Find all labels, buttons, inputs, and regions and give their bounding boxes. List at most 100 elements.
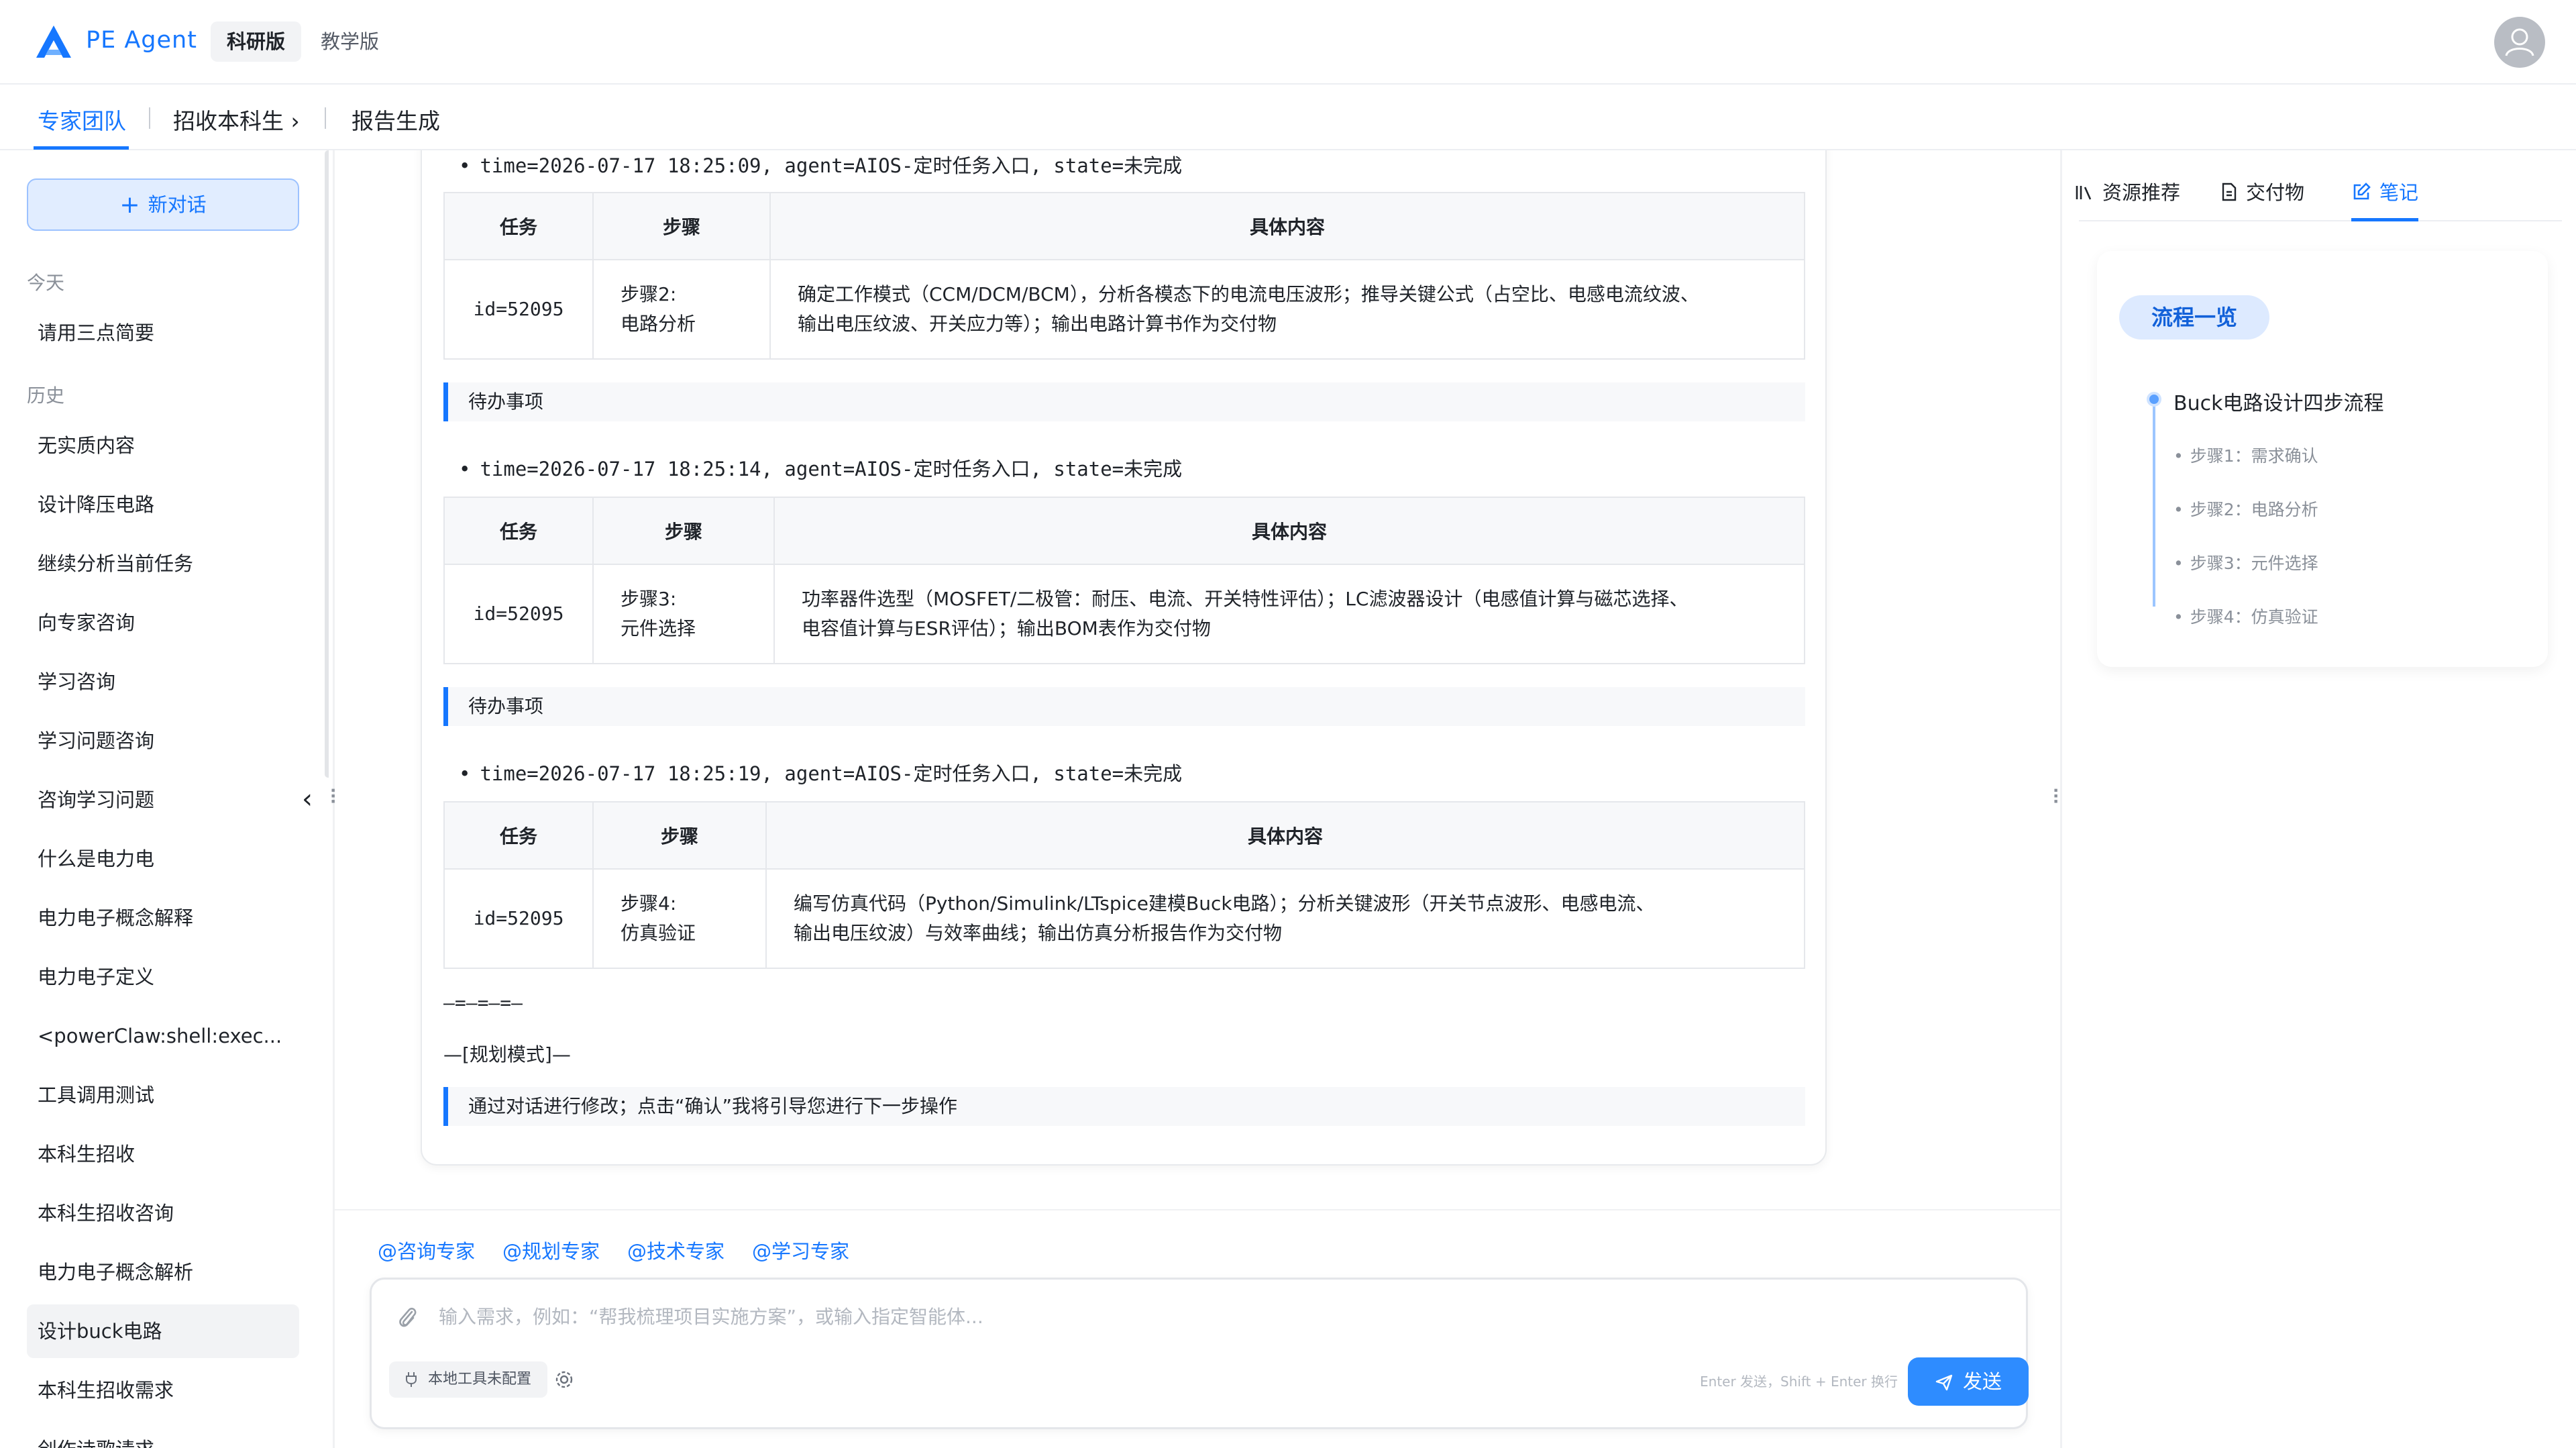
table-header-step: 步骤 [592,497,775,565]
sidebar-history-item[interactable]: 无实质内容 [27,419,299,472]
step-number: 步骤3: [621,588,677,610]
tab-resource-recommend[interactable]: 资源推荐 [2074,177,2180,205]
sidebar-history-item-selected[interactable]: 设计buck电路 [27,1304,299,1358]
task-log-entry: time=2026-07-17 18:25:14, agent=AIOS-定时任… [459,454,1182,482]
local-tool-chip[interactable]: 本地工具未配置 [389,1361,548,1398]
breadcrumb-expert-team[interactable]: 专家团队 [38,103,126,136]
timeline-line [2153,405,2155,607]
gear-icon[interactable] [553,1368,576,1391]
sidebar-history-item[interactable]: 咨询学习问题 [27,773,299,827]
timeline-dot [2147,392,2161,407]
library-icon [2076,186,2092,200]
message-composer: 本地工具未配置 Enter 发送，Shift + Enter 换行 发送 [370,1278,2029,1429]
mode-label: —[规划模式]— [443,1043,571,1066]
content-cell: 功率器件选型（MOSFET/二极管：耐压、电流、开关特性评估）；LC滤波器设计（… [773,564,1805,664]
tab-deliverables[interactable]: 交付物 [2220,177,2304,205]
sidebar-history-item[interactable]: 向专家咨询 [27,596,299,650]
todo-callout: 待办事项 [443,687,1805,726]
breadcrumb: 专家团队 招收本科生 › 报告生成 [0,85,2576,150]
tab-label: 资源推荐 [2102,181,2181,204]
sidebar-scrollbar[interactable] [325,150,329,778]
user-icon [2505,28,2534,56]
mention-learning-expert[interactable]: @学习专家 [752,1236,849,1264]
tab-notes[interactable]: 笔记 [2351,177,2418,205]
new-chat-label: 新对话 [148,193,207,216]
history-section-label: 历史 [27,384,65,407]
active-tab-underline [2351,218,2418,221]
sidebar-history-item[interactable]: 本科生招收咨询 [27,1186,299,1240]
sidebar-history-item[interactable]: 本科生招收需求 [27,1363,299,1417]
table-header-content: 具体内容 [773,497,1805,565]
app-name: PE Agent [86,27,197,54]
table-row: id=52095 步骤2: 电路分析 确定工作模式（CCM/DCM/BCM），分析… [443,259,1805,360]
sidebar-history-item[interactable]: 工具调用测试 [27,1068,299,1122]
breadcrumb-active-underline [34,146,129,150]
right-panel: 资源推荐 交付物 笔记 流程一览 Buck电路设计四步流程 步骤1：需求确认 步… [2060,150,2576,1448]
sidebar-history-item[interactable]: 继续分析当前任务 [27,537,299,590]
step-cell: 步骤2: 电路分析 [592,259,771,360]
task-id-cell: id=52095 [443,564,594,664]
collapse-sidebar-chevron-left-icon[interactable]: ‹ [302,784,313,815]
breadcrumb-divider [325,107,326,129]
send-button[interactable]: 发送 [1908,1357,2029,1406]
sidebar-history-item[interactable]: 电力电子概念解析 [27,1245,299,1299]
mention-consult-expert[interactable]: @咨询专家 [378,1236,475,1264]
chat-area: time=2026-07-17 18:25:09, agent=AIOS-定时任… [335,150,2060,1448]
breadcrumb-report-generation[interactable]: 报告生成 [352,103,440,136]
task-id-cell: id=52095 [443,868,594,969]
tab-divider [2079,220,2562,221]
sidebar-history-item[interactable]: 学习问题咨询 [27,714,299,768]
sidebar-history-item[interactable]: 创作诗歌请求 [27,1423,299,1448]
sidebar-history-item[interactable]: 学习咨询 [27,655,299,709]
task-table: 任务 步骤 具体内容 id=52095 步骤2: 电路分析 确定工作模式（CCM/… [443,192,1805,360]
sidebar-history-item[interactable]: 电力电子概念解释 [27,891,299,945]
task-log-entry: time=2026-07-17 18:25:19, agent=AIOS-定时任… [459,758,1182,786]
flow-step: 步骤3：元件选择 [2174,550,2318,574]
sidebar-history-item[interactable]: 电力电子定义 [27,950,299,1004]
pe-agent-logo-icon [36,25,71,58]
table-header-task: 任务 [443,801,594,870]
avatar[interactable] [2494,17,2545,68]
table-header-task: 任务 [443,497,594,565]
content-line: 功率器件选型（MOSFET/二极管：耐压、电流、开关特性评估）；LC滤波器设计（… [802,588,1688,610]
step-number: 步骤4: [621,892,677,915]
today-section-label: 今天 [27,272,65,294]
table-header-content: 具体内容 [765,801,1805,870]
table-header-step: 步骤 [592,192,771,260]
content-line: 编写仿真代码（Python/Simulink/LTspice建模Buck电路）；… [794,892,1655,915]
new-chat-button[interactable]: + 新对话 [27,178,299,231]
task-table: 任务 步骤 具体内容 id=52095 步骤3: 元件选择 功率器件选型（MOSF… [443,497,1805,664]
flow-step: 步骤2：电路分析 [2174,497,2318,521]
sidebar-history-item[interactable]: 设计降压电路 [27,478,299,531]
composer-divider [335,1209,2060,1210]
document-icon [2222,183,2237,201]
tab-teaching-edition[interactable]: 教学版 [305,21,395,62]
message-input[interactable] [439,1300,1995,1333]
mention-tech-expert[interactable]: @技术专家 [627,1236,724,1264]
sidebar-item-today[interactable]: 请用三点简要 [27,306,299,360]
send-label: 发送 [1962,1370,2002,1393]
step-name: 仿真验证 [621,922,696,944]
sidebar: + 新对话 今天 请用三点简要 历史 无实质内容 设计降压电路 继续分析当前任务 … [0,150,329,1448]
mention-planning-expert[interactable]: @规划专家 [502,1236,600,1264]
sidebar-history-item[interactable]: 本科生招收 [27,1127,299,1181]
flow-overview-pill: 流程一览 [2119,295,2269,340]
keyboard-hint: Enter 发送，Shift + Enter 换行 [1700,1374,1898,1390]
breadcrumb-recruit-undergrad[interactable]: 招收本科生 › [173,103,300,136]
plug-icon [406,1372,417,1387]
instruction-callout: 通过对话进行修改；点击“确认”我将引导您进行下一步操作 [443,1087,1805,1126]
task-id-cell: id=52095 [443,259,594,360]
note-edit-icon [2353,183,2371,200]
table-row: id=52095 步骤3: 元件选择 功率器件选型（MOSFET/二极管：耐压、电… [443,564,1805,664]
content-line: 电容值计算与ESR评估）；输出BOM表作为交付物 [802,617,1211,639]
flow-step: 步骤1：需求确认 [2174,443,2318,467]
tab-label: 交付物 [2246,181,2305,204]
sidebar-history-item[interactable]: <powerClaw:shell:exec... [27,1009,299,1063]
send-icon [1935,1374,1953,1391]
sidebar-history-item[interactable]: 什么是电力电 [27,832,299,886]
paperclip-icon[interactable] [396,1304,419,1331]
step-cell: 步骤3: 元件选择 [592,564,775,664]
step-name: 元件选择 [621,617,696,639]
content-line: 输出电压纹波、开关应力等）；输出电路计算书作为交付物 [798,313,1277,335]
tab-research-edition[interactable]: 科研版 [211,21,302,62]
